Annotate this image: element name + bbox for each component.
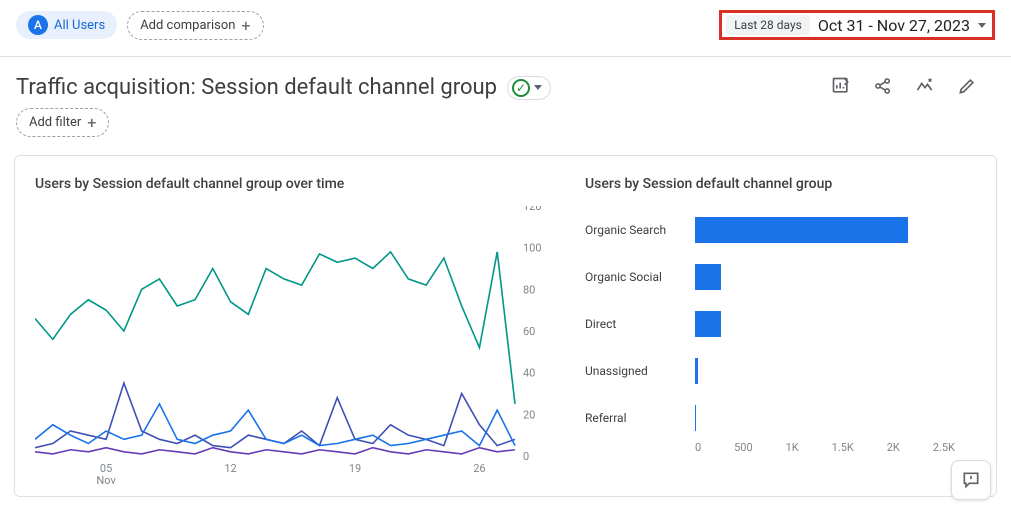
- line-chart-title: Users by Session default channel group o…: [35, 176, 555, 192]
- bar-row: Unassigned: [585, 347, 955, 394]
- svg-text:26: 26: [473, 462, 485, 475]
- bar-category-label: Organic Search: [585, 223, 685, 237]
- chevron-down-icon: [978, 23, 986, 28]
- bar-category-label: Referral: [585, 411, 685, 425]
- add-comparison-button[interactable]: Add comparison +: [127, 11, 263, 40]
- plus-icon: +: [87, 113, 96, 132]
- svg-text:Nov: Nov: [96, 474, 116, 487]
- check-circle-icon: ✓: [512, 79, 530, 97]
- svg-text:19: 19: [349, 462, 361, 475]
- bar-chart-title: Users by Session default channel group: [585, 176, 955, 192]
- title-bar: Traffic acquisition: Session default cha…: [0, 57, 1011, 108]
- bar-chart[interactable]: Organic Search Organic Social Direct Unassi…: [585, 206, 955, 496]
- segment-label: All Users: [54, 18, 105, 33]
- bar-category-label: Unassigned: [585, 364, 685, 378]
- bar-row: Direct: [585, 300, 955, 347]
- insights-icon[interactable]: [915, 76, 935, 100]
- bar-category-label: Organic Social: [585, 270, 685, 284]
- svg-text:100: 100: [523, 242, 542, 255]
- line-chart-panel: Users by Session default channel group o…: [35, 176, 555, 496]
- feedback-button[interactable]: [951, 460, 991, 500]
- top-bar: A All Users Add comparison + Last 28 day…: [0, 0, 1011, 57]
- bar-x-axis: 05001K1.5K2K2.5K: [695, 441, 955, 454]
- add-filter-button[interactable]: Add filter +: [16, 108, 109, 137]
- bar-chart-panel: Users by Session default channel group O…: [585, 176, 955, 496]
- feedback-icon: [961, 470, 981, 490]
- customize-report-icon[interactable]: [831, 76, 851, 100]
- line-chart[interactable]: 02040608010012005121926Nov: [35, 206, 555, 496]
- bar-fill: [695, 405, 696, 431]
- add-comparison-label: Add comparison: [140, 18, 235, 33]
- svg-text:40: 40: [523, 367, 535, 380]
- bar-row: Referral: [585, 394, 955, 441]
- svg-text:120: 120: [523, 206, 542, 213]
- date-range-text: Oct 31 - Nov 27, 2023: [818, 16, 986, 35]
- svg-text:60: 60: [523, 325, 535, 338]
- date-preset-badge: Last 28 days: [726, 15, 810, 35]
- chevron-down-icon: [534, 85, 542, 90]
- svg-text:80: 80: [523, 283, 535, 296]
- add-filter-label: Add filter: [29, 115, 81, 130]
- status-dropdown[interactable]: ✓: [507, 76, 551, 100]
- bar-fill: [695, 311, 721, 337]
- page-title: Traffic acquisition: Session default cha…: [16, 75, 497, 100]
- date-range-selector[interactable]: Last 28 days Oct 31 - Nov 27, 2023: [719, 10, 995, 40]
- bar-fill: [695, 264, 721, 290]
- plus-icon: +: [241, 16, 250, 35]
- bar-category-label: Direct: [585, 317, 685, 331]
- bar-row: Organic Social: [585, 253, 955, 300]
- bar-fill: [695, 217, 908, 243]
- svg-text:0: 0: [523, 450, 529, 463]
- bar-fill: [695, 358, 698, 384]
- share-icon[interactable]: [873, 76, 893, 100]
- filter-bar: Add filter +: [0, 108, 1011, 149]
- segment-all-users[interactable]: A All Users: [16, 11, 117, 39]
- bar-row: Organic Search: [585, 206, 955, 253]
- charts-card: Users by Session default channel group o…: [14, 155, 997, 497]
- edit-icon[interactable]: [957, 76, 977, 100]
- user-badge-icon: A: [28, 15, 48, 35]
- svg-text:20: 20: [523, 408, 535, 421]
- svg-text:12: 12: [224, 462, 236, 475]
- report-toolbar: [831, 76, 995, 100]
